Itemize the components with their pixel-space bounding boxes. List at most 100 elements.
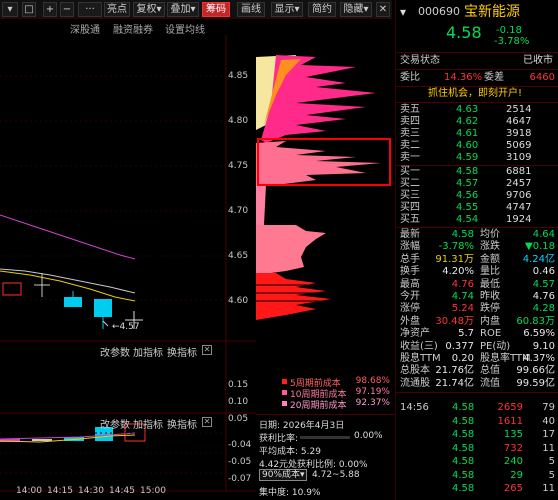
price-tick: 4.70	[228, 206, 249, 216]
candle[interactable]	[94, 299, 112, 317]
link-hk-connect[interactable]: 深股通	[70, 21, 100, 36]
ask-row[interactable]: 卖一 4.59 3109	[396, 152, 558, 164]
stat-row: 今开 4.74 昨收 4.76	[396, 291, 558, 303]
wb-row: 委比 14.36% 委差 6460	[396, 72, 558, 84]
toolbar-btn-adjust[interactable]: 复权▾	[133, 2, 165, 17]
bid-price: 4.57	[456, 178, 479, 189]
indicator1-add[interactable]: 加指标	[133, 344, 163, 359]
bid-label: 买二	[400, 178, 420, 189]
tick-price: 4.58	[452, 402, 475, 413]
bid-row[interactable]: 买五 4.54 1924	[396, 214, 558, 226]
cost-date: 日期: 2026年4月3日	[259, 421, 345, 431]
stat-row: 换手 4.20% 量比 0.46	[396, 266, 558, 278]
toolbar-btn-display[interactable]: 显示▾	[271, 2, 303, 17]
stat-value: 4.37%	[523, 353, 555, 364]
indicator1-edit-params[interactable]: 改参数	[100, 344, 130, 359]
time-tick: 14:15	[47, 486, 73, 496]
stat-value: 5.7	[458, 328, 474, 340]
legend-value: 98.68%	[355, 376, 390, 386]
cost-info: 日期: 2026年4月3日 获利比率: 0.00% 平均成本: 5.29 4.4…	[256, 388, 395, 500]
tick-price: 4.58	[452, 429, 475, 440]
ask-vol: 2514	[506, 104, 532, 115]
tick-vol: 2659	[497, 402, 523, 413]
stat-value: 6.59%	[523, 328, 555, 340]
bid-vol: 2457	[506, 178, 532, 189]
price-tick: 4.85	[228, 71, 249, 81]
stat-row: 净资产 5.7 ROE 6.59%	[396, 328, 558, 340]
indicator1-switch[interactable]: 换指标	[167, 344, 197, 359]
ask-row[interactable]: 卖四 4.62 4647	[396, 116, 558, 128]
indicator2-add[interactable]: 加指标	[133, 416, 163, 431]
bid-row[interactable]: 买四 4.55 4747	[396, 202, 558, 214]
zoom-in-icon[interactable]: +	[43, 2, 57, 17]
cost-select[interactable]: 90%成本▾	[259, 469, 307, 481]
chip-distribution[interactable]	[256, 35, 395, 385]
stat-value: 4.76	[451, 278, 474, 290]
tick-vol: 1611	[497, 415, 523, 427]
link-set-ma[interactable]: 设置均线	[165, 21, 205, 36]
toolbar-btn-overlay[interactable]: 叠加▾	[167, 2, 199, 17]
ask-row[interactable]: 卖三 4.61 3918	[396, 128, 558, 140]
stat-value: 4.74	[451, 291, 474, 302]
bid-label: 买一	[400, 166, 420, 177]
close-icon[interactable]: ✕	[202, 345, 212, 355]
indicator2-switch[interactable]: 换指标	[167, 416, 197, 431]
stat-value: 4.20%	[442, 266, 474, 278]
toolbar-btn-simple[interactable]: 简约	[308, 2, 336, 17]
stat-label: ROE	[480, 328, 502, 340]
tick-count: 40	[542, 415, 555, 427]
price-tick: 4.75	[228, 161, 249, 171]
stat-value: 4.64	[532, 229, 555, 240]
ask-row[interactable]: 卖五 4.63 2514	[396, 104, 558, 116]
stat-label: 流通股	[400, 377, 430, 389]
bid-price: 4.58	[456, 166, 479, 177]
ask-label: 卖五	[400, 104, 420, 115]
bid-label: 买三	[400, 190, 420, 201]
ask-price: 4.62	[456, 116, 479, 127]
price-annotation-value: 4.57	[119, 322, 140, 332]
stat-value: 4.24亿	[522, 253, 555, 265]
time-tick: 14:30	[78, 486, 104, 496]
macd-tick: -0.05	[228, 457, 252, 467]
stat-row: 收益(三) 0.377 PE(动) 9.10	[396, 341, 558, 353]
ask-vol: 4647	[506, 116, 532, 127]
wb-value: 14.36%	[444, 72, 483, 83]
stat-value: 21.74亿	[435, 377, 474, 389]
stat-value: -3.78%	[438, 241, 474, 253]
stat-value: 4.76	[532, 291, 555, 302]
profit-ratio-value: 0.00%	[354, 431, 383, 441]
indicator2-edit-params[interactable]: 改参数	[100, 416, 130, 431]
tick-row: 14:56 4.58 2659 79	[396, 402, 558, 414]
tick-count: 5	[548, 469, 555, 481]
ad-row[interactable]: 抓住机会，即刻开户!	[396, 88, 558, 100]
stat-label: 收益(三)	[400, 340, 438, 352]
bid-row[interactable]: 买三 4.56 9706	[396, 190, 558, 202]
toolbar-btn-highlight[interactable]: 亮点	[104, 2, 130, 17]
trade-status-label: 交易状态	[400, 55, 440, 66]
toolbar-btn-chips[interactable]: 筹码	[202, 2, 230, 17]
bid-price: 4.54	[456, 214, 479, 225]
close-icon[interactable]: ✕	[202, 417, 212, 427]
stat-label: 涨停	[400, 303, 420, 315]
stat-label: 流值	[480, 377, 500, 389]
stat-label: 均价	[480, 229, 500, 240]
link-margin[interactable]: 融资融券	[113, 21, 153, 36]
trade-status-row: 交易状态 已收市	[396, 55, 558, 67]
toolbar-btn-hide[interactable]: 隐藏▾	[340, 2, 372, 17]
stat-row: 总手 91.31万 金额 4.24亿	[396, 254, 558, 266]
dropdown-icon[interactable]: ▾	[2, 2, 18, 17]
ask-row[interactable]: 卖二 4.60 5069	[396, 140, 558, 152]
bid-row[interactable]: 买一 4.58 6881	[396, 166, 558, 178]
toolbar-btn-draw[interactable]: 画线	[237, 2, 265, 17]
ad-link[interactable]: 抓住机会，即刻开户!	[428, 88, 522, 100]
bid-row[interactable]: 买二 4.57 2457	[396, 178, 558, 190]
maximize-icon[interactable]: □	[22, 2, 36, 17]
zoom-out-icon[interactable]: −	[60, 2, 74, 17]
stat-label: 涨跌	[480, 241, 500, 253]
ask-price: 4.61	[456, 128, 479, 139]
more-icon[interactable]: ···	[78, 2, 102, 17]
stat-label: 总值	[480, 365, 500, 377]
wc-value: 6460	[529, 72, 555, 83]
chevron-down-icon[interactable]: ▾	[400, 6, 406, 18]
close-icon[interactable]: ✕	[376, 2, 390, 17]
